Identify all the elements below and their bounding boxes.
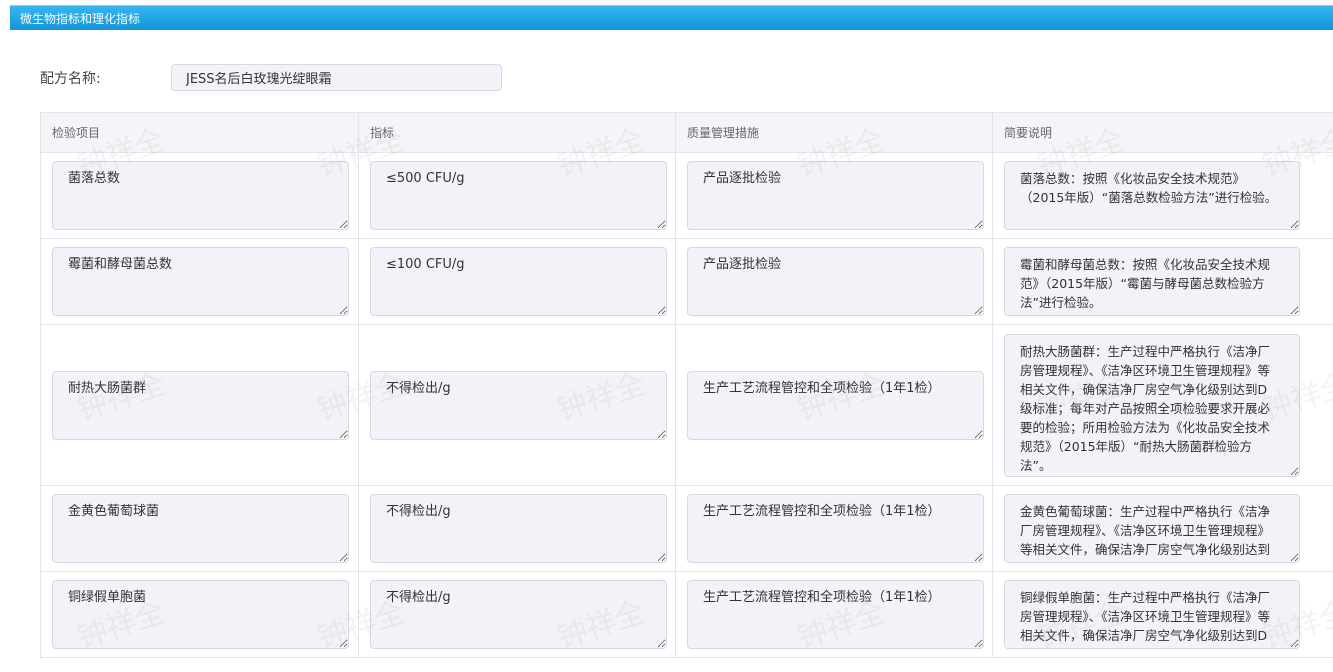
cell-spec: 不得检出/g bbox=[359, 572, 676, 658]
indicator-table: 检验项目 指标 质量管理措施 简要说明 菌落总数 ≤500 CFU/g 产品逐批… bbox=[40, 112, 1333, 658]
table-row: 耐热大肠菌群 不得检出/g 生产工艺流程管控和全项检验（1年1检） 耐热大肠菌群… bbox=[41, 325, 1333, 486]
table-row: 金黄色葡萄球菌 不得检出/g 生产工艺流程管控和全项检验（1年1检） 金黄色葡萄… bbox=[41, 486, 1333, 572]
cell-description: 铜绿假单胞菌：生产过程中严格执行《洁净厂房管理规程》、《洁净区环境卫生管理规程》… bbox=[993, 572, 1333, 658]
item-textarea[interactable]: 霉菌和酵母菌总数 bbox=[52, 247, 349, 316]
description-textarea[interactable]: 金黄色葡萄球菌：生产过程中严格执行《洁净厂房管理规程》、《洁净区环境卫生管理规程… bbox=[1004, 494, 1300, 563]
cell-measure: 生产工艺流程管控和全项检验（1年1检） bbox=[676, 572, 993, 658]
spec-textarea[interactable]: 不得检出/g bbox=[370, 371, 667, 440]
measure-textarea[interactable]: 生产工艺流程管控和全项检验（1年1检） bbox=[687, 494, 984, 563]
table-row: 菌落总数 ≤500 CFU/g 产品逐批检验 菌落总数：按照《化妆品安全技术规范… bbox=[41, 153, 1333, 239]
cell-description: 霉菌和酵母菌总数：按照《化妆品安全技术规范》（2015年版）“霉菌与酵母菌总数检… bbox=[993, 239, 1333, 325]
spec-textarea[interactable]: 不得检出/g bbox=[370, 494, 667, 563]
item-textarea[interactable]: 菌落总数 bbox=[52, 161, 349, 230]
item-textarea[interactable]: 铜绿假单胞菌 bbox=[52, 580, 349, 649]
cell-description: 金黄色葡萄球菌：生产过程中严格执行《洁净厂房管理规程》、《洁净区环境卫生管理规程… bbox=[993, 486, 1333, 572]
cell-item: 金黄色葡萄球菌 bbox=[41, 486, 359, 572]
measure-textarea[interactable]: 生产工艺流程管控和全项检验（1年1检） bbox=[687, 371, 984, 440]
column-header-item: 检验项目 bbox=[41, 113, 359, 153]
column-header-measure: 质量管理措施 bbox=[676, 113, 993, 153]
table-header-row: 检验项目 指标 质量管理措施 简要说明 bbox=[41, 113, 1333, 153]
cell-measure: 产品逐批检验 bbox=[676, 153, 993, 239]
cell-spec: 不得检出/g bbox=[359, 486, 676, 572]
cell-measure: 产品逐批检验 bbox=[676, 239, 993, 325]
spec-textarea[interactable]: ≤100 CFU/g bbox=[370, 247, 667, 316]
cell-spec: 不得检出/g bbox=[359, 325, 676, 486]
cell-spec: ≤100 CFU/g bbox=[359, 239, 676, 325]
measure-textarea[interactable]: 产品逐批检验 bbox=[687, 247, 984, 316]
formula-name-label: 配方名称: bbox=[40, 68, 101, 88]
item-textarea[interactable]: 耐热大肠菌群 bbox=[52, 371, 349, 440]
cell-item: 菌落总数 bbox=[41, 153, 359, 239]
cell-item: 耐热大肠菌群 bbox=[41, 325, 359, 486]
panel-header: 微生物指标和理化指标 bbox=[10, 5, 1333, 30]
cell-measure: 生产工艺流程管控和全项检验（1年1检） bbox=[676, 325, 993, 486]
description-textarea[interactable]: 耐热大肠菌群：生产过程中严格执行《洁净厂房管理规程》、《洁净区环境卫生管理规程》… bbox=[1004, 334, 1300, 477]
cell-measure: 生产工艺流程管控和全项检验（1年1检） bbox=[676, 486, 993, 572]
item-textarea[interactable]: 金黄色葡萄球菌 bbox=[52, 494, 349, 563]
cell-description: 菌落总数：按照《化妆品安全技术规范》（2015年版）“菌落总数检验方法”进行检验… bbox=[993, 153, 1333, 239]
panel-title: 微生物指标和理化指标 bbox=[20, 10, 140, 27]
cell-spec: ≤500 CFU/g bbox=[359, 153, 676, 239]
spec-textarea[interactable]: ≤500 CFU/g bbox=[370, 161, 667, 230]
cell-description: 耐热大肠菌群：生产过程中严格执行《洁净厂房管理规程》、《洁净区环境卫生管理规程》… bbox=[993, 325, 1333, 486]
measure-textarea[interactable]: 生产工艺流程管控和全项检验（1年1检） bbox=[687, 580, 984, 649]
formula-name-input[interactable] bbox=[171, 64, 502, 91]
cell-item: 霉菌和酵母菌总数 bbox=[41, 239, 359, 325]
column-header-spec: 指标 bbox=[359, 113, 676, 153]
indicator-table-container: 检验项目 指标 质量管理措施 简要说明 菌落总数 ≤500 CFU/g 产品逐批… bbox=[40, 112, 1333, 672]
description-textarea[interactable]: 铜绿假单胞菌：生产过程中严格执行《洁净厂房管理规程》、《洁净区环境卫生管理规程》… bbox=[1004, 580, 1300, 649]
spec-textarea[interactable]: 不得检出/g bbox=[370, 580, 667, 649]
description-textarea[interactable]: 霉菌和酵母菌总数：按照《化妆品安全技术规范》（2015年版）“霉菌与酵母菌总数检… bbox=[1004, 247, 1300, 316]
measure-textarea[interactable]: 产品逐批检验 bbox=[687, 161, 984, 230]
table-row: 霉菌和酵母菌总数 ≤100 CFU/g 产品逐批检验 霉菌和酵母菌总数：按照《化… bbox=[41, 239, 1333, 325]
cell-item: 铜绿假单胞菌 bbox=[41, 572, 359, 658]
description-textarea[interactable]: 菌落总数：按照《化妆品安全技术规范》（2015年版）“菌落总数检验方法”进行检验… bbox=[1004, 161, 1300, 230]
table-row: 铜绿假单胞菌 不得检出/g 生产工艺流程管控和全项检验（1年1检） 铜绿假单胞菌… bbox=[41, 572, 1333, 658]
column-header-description: 简要说明 bbox=[993, 113, 1333, 153]
